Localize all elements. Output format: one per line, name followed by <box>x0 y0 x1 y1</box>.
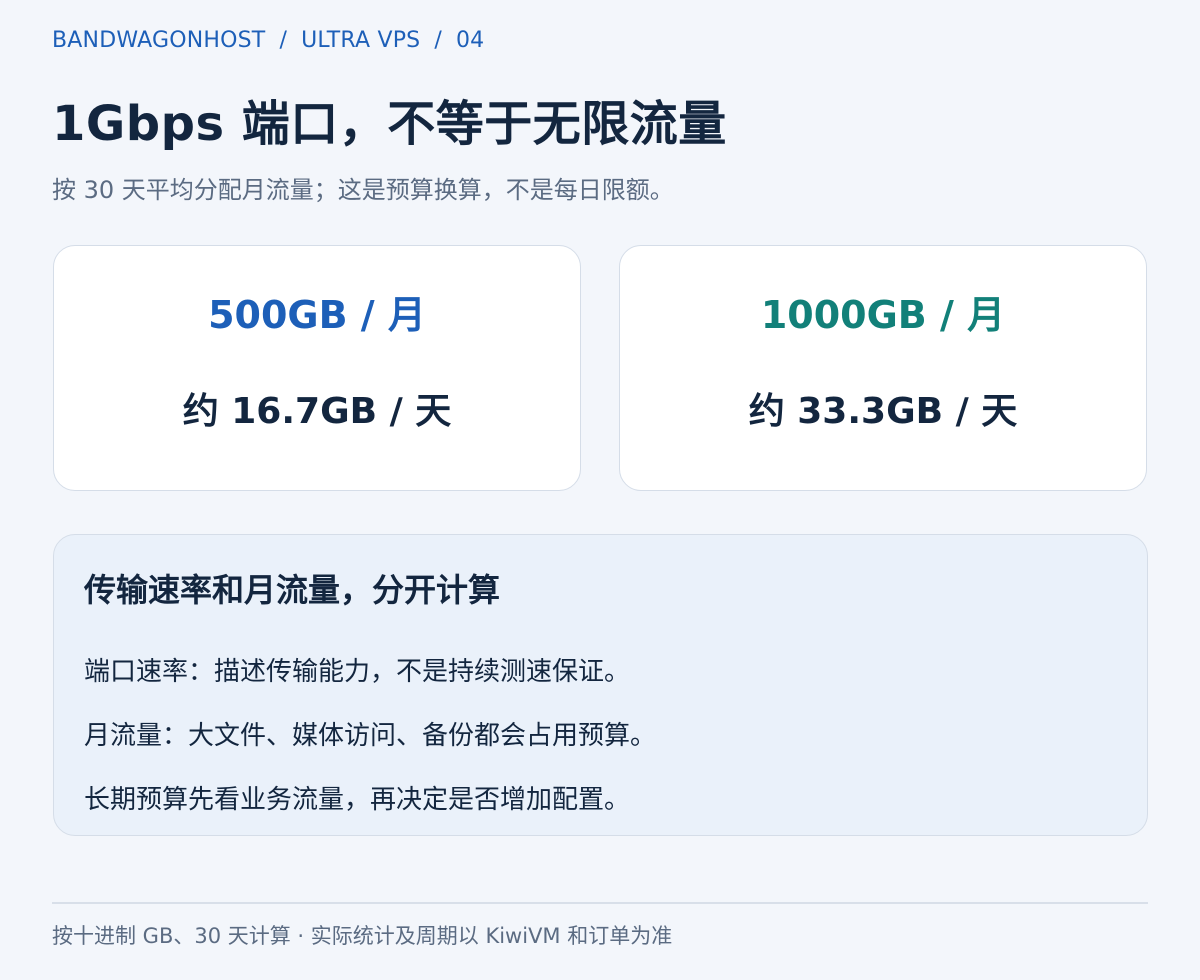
footer-divider <box>52 902 1148 904</box>
monthly-traffic-value: 1000GB / 月 <box>760 293 1006 337</box>
info-line-port-speed: 端口速率：描述传输能力，不是持续测速保证。 <box>84 657 631 687</box>
page-title: 1Gbps 端口，不等于无限流量 <box>52 96 727 152</box>
page-subtitle: 按 30 天平均分配月流量；这是预算换算，不是每日限额。 <box>52 176 674 204</box>
breadcrumb: BANDWAGONHOST / ULTRA VPS / 04 <box>52 28 484 53</box>
info-heading: 传输速率和月流量，分开计算 <box>84 571 501 609</box>
info-panel: 传输速率和月流量，分开计算 端口速率：描述传输能力，不是持续测速保证。 月流量：… <box>53 534 1148 836</box>
traffic-card-1000gb: 1000GB / 月 约 33.3GB / 天 <box>619 245 1147 491</box>
breadcrumb-item-brand: BANDWAGONHOST <box>52 28 266 53</box>
footer-note: 按十进制 GB、30 天计算 · 实际统计及周期以 KiwiVM 和订单为准 <box>52 924 673 948</box>
breadcrumb-item-product: ULTRA VPS <box>301 28 421 53</box>
info-line-monthly-traffic: 月流量：大文件、媒体访问、备份都会占用预算。 <box>84 721 657 751</box>
monthly-traffic-value: 500GB / 月 <box>208 293 426 337</box>
breadcrumb-item-page: 04 <box>455 28 485 53</box>
info-line-long-term-budget: 长期预算先看业务流量，再决定是否增加配置。 <box>84 785 631 815</box>
breadcrumb-separator: / <box>279 28 288 53</box>
breadcrumb-separator: / <box>434 28 442 53</box>
daily-traffic-value: 约 16.7GB / 天 <box>182 391 452 432</box>
traffic-card-500gb: 500GB / 月 约 16.7GB / 天 <box>53 245 581 491</box>
daily-traffic-value: 约 33.3GB / 天 <box>748 391 1018 432</box>
